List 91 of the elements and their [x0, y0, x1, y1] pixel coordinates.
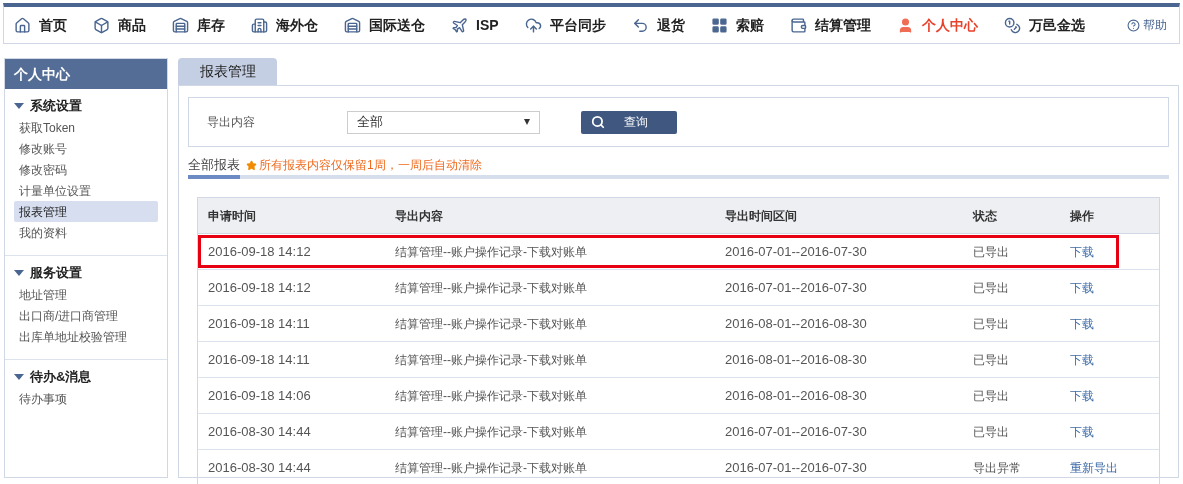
nav-tab[interactable]: 库存	[172, 14, 225, 36]
help-icon	[1127, 18, 1140, 32]
table-cell-text: 2016-08-30 14:44	[207, 458, 312, 477]
table-cell-text: 结算管理--账户操作记录-下载对账单	[394, 423, 588, 441]
retention-notice: 所有报表内容仅保留1周，一周后自动清除	[259, 157, 482, 174]
grid-icon	[710, 16, 728, 34]
column-header: 状态	[971, 207, 998, 225]
table-cell-text: 结算管理--账户操作记录-下载对账单	[394, 315, 588, 333]
table-cell-text: 已导出	[972, 351, 1010, 369]
return-arrow-icon	[631, 16, 649, 34]
table-cell-text: 2016-07-01--2016-07-30	[724, 422, 868, 441]
sidebar-group-header[interactable]: 服务设置	[14, 262, 158, 284]
caret-icon	[14, 374, 24, 380]
table-cell-text: 2016-08-01--2016-08-30	[724, 386, 868, 405]
action-link[interactable]: 下载	[1070, 278, 1094, 297]
table-cell-text: 结算管理--账户操作记录-下载对账单	[394, 279, 588, 297]
table-cell-text: 2016-09-18 14:12	[207, 278, 312, 297]
page-tab[interactable]: 报表管理	[178, 58, 277, 85]
table-cell-text: 2016-07-01--2016-07-30	[724, 242, 868, 261]
cloud-icon	[524, 16, 542, 34]
warehouse-icon	[172, 16, 189, 34]
sidebar-item[interactable]: 获取Token	[14, 117, 158, 138]
table-cell-text: 2016-09-18 14:12	[207, 242, 312, 261]
coins-icon	[1003, 16, 1021, 34]
column-header: 导出内容	[394, 207, 444, 225]
caret-icon	[14, 103, 24, 109]
content-select[interactable]: 全部	[347, 110, 540, 134]
nav-tab[interactable]: 退货	[631, 14, 685, 36]
warehouse-icon	[344, 16, 361, 34]
cube-icon	[93, 16, 110, 34]
nav-tab[interactable]: 海外仓	[251, 14, 318, 36]
star-icon	[246, 159, 257, 171]
sidebar-item[interactable]: 出口商/进口商管理	[14, 305, 158, 326]
table-cell-text: 已导出	[972, 387, 1010, 405]
table-cell-text: 2016-08-01--2016-08-30	[724, 314, 868, 333]
nav-tab[interactable]: 万邑金选	[1003, 14, 1085, 36]
table-cell-text: 已导出	[972, 423, 1010, 441]
nav-tab[interactable]: 索赔	[710, 14, 764, 36]
table-cell-text: 2016-07-01--2016-07-30	[724, 458, 868, 477]
dropdown-arrow-icon	[524, 119, 530, 125]
table-cell-text: 2016-09-18 14:11	[207, 314, 311, 333]
table-cell-text: 2016-08-30 14:44	[207, 422, 312, 441]
caret-icon	[14, 270, 24, 276]
action-link[interactable]: 下载	[1070, 350, 1094, 369]
report-tab[interactable]: 全部报表	[188, 155, 240, 179]
sidebar-item[interactable]: 我的资料	[14, 222, 158, 243]
sidebar-group-header[interactable]: 待办&消息	[14, 366, 158, 388]
sidebar-group-header[interactable]: 系统设置	[14, 95, 158, 117]
table-cell-text: 结算管理--账户操作记录-下载对账单	[394, 459, 588, 477]
action-link[interactable]: 下载	[1070, 386, 1094, 405]
action-link[interactable]: 下载	[1070, 422, 1094, 441]
help-link[interactable]: 帮助	[1143, 16, 1167, 34]
house-icon	[14, 16, 31, 34]
search-icon	[591, 115, 605, 129]
nav-tab[interactable]: 商品	[93, 14, 146, 36]
building-icon	[251, 16, 268, 34]
table-cell-text: 2016-09-18 14:11	[207, 350, 311, 369]
sidebar-item[interactable]: 报表管理	[14, 201, 158, 222]
wallet-icon	[789, 16, 807, 34]
table-cell-text: 已导出	[972, 315, 1010, 333]
table-cell-text: 结算管理--账户操作记录-下载对账单	[394, 387, 588, 405]
nav-tab[interactable]: 首页	[14, 14, 67, 36]
table-cell-text: 2016-09-18 14:06	[207, 386, 312, 405]
table-cell-text: 已导出	[972, 243, 1010, 261]
column-header: 导出时间区间	[724, 207, 798, 225]
column-header: 操作	[1069, 207, 1095, 225]
sidebar-item[interactable]: 出库单地址校验管理	[14, 326, 158, 347]
nav-tab[interactable]: 平台同步	[524, 14, 606, 36]
table-cell-text: 已导出	[972, 279, 1010, 297]
action-link[interactable]: 下载	[1070, 314, 1094, 333]
sidebar-item[interactable]: 待办事项	[14, 388, 158, 409]
table-cell-text: 结算管理--账户操作记录-下载对账单	[394, 351, 588, 369]
search-button[interactable]: 查询	[581, 110, 677, 134]
sidebar-item[interactable]: 地址管理	[14, 284, 158, 305]
airplane-icon	[451, 16, 468, 34]
table-cell-text: 结算管理--账户操作记录-下载对账单	[394, 243, 588, 261]
filter-label: 导出内容	[207, 114, 256, 131]
column-header: 申请时间	[207, 207, 257, 225]
sidebar-item[interactable]: 修改密码	[14, 159, 158, 180]
table-cell-text: 2016-07-01--2016-07-30	[724, 278, 868, 297]
action-link[interactable]: 下载	[1070, 242, 1094, 261]
nav-tab[interactable]: 结算管理	[789, 14, 871, 36]
sidebar-item[interactable]: 计量单位设置	[14, 180, 158, 201]
nav-tab[interactable]: 个人中心	[896, 14, 978, 36]
table-cell-text: 导出异常	[972, 459, 1022, 477]
sidebar-item[interactable]: 修改账号	[14, 138, 158, 159]
action-link[interactable]: 重新导出	[1070, 458, 1118, 477]
table-cell-text: 2016-08-01--2016-08-30	[724, 350, 868, 369]
sidebar-title: 个人中心	[5, 59, 167, 89]
nav-tab[interactable]: ISP	[451, 14, 499, 36]
nav-tab[interactable]: 国际送仓	[344, 14, 425, 36]
